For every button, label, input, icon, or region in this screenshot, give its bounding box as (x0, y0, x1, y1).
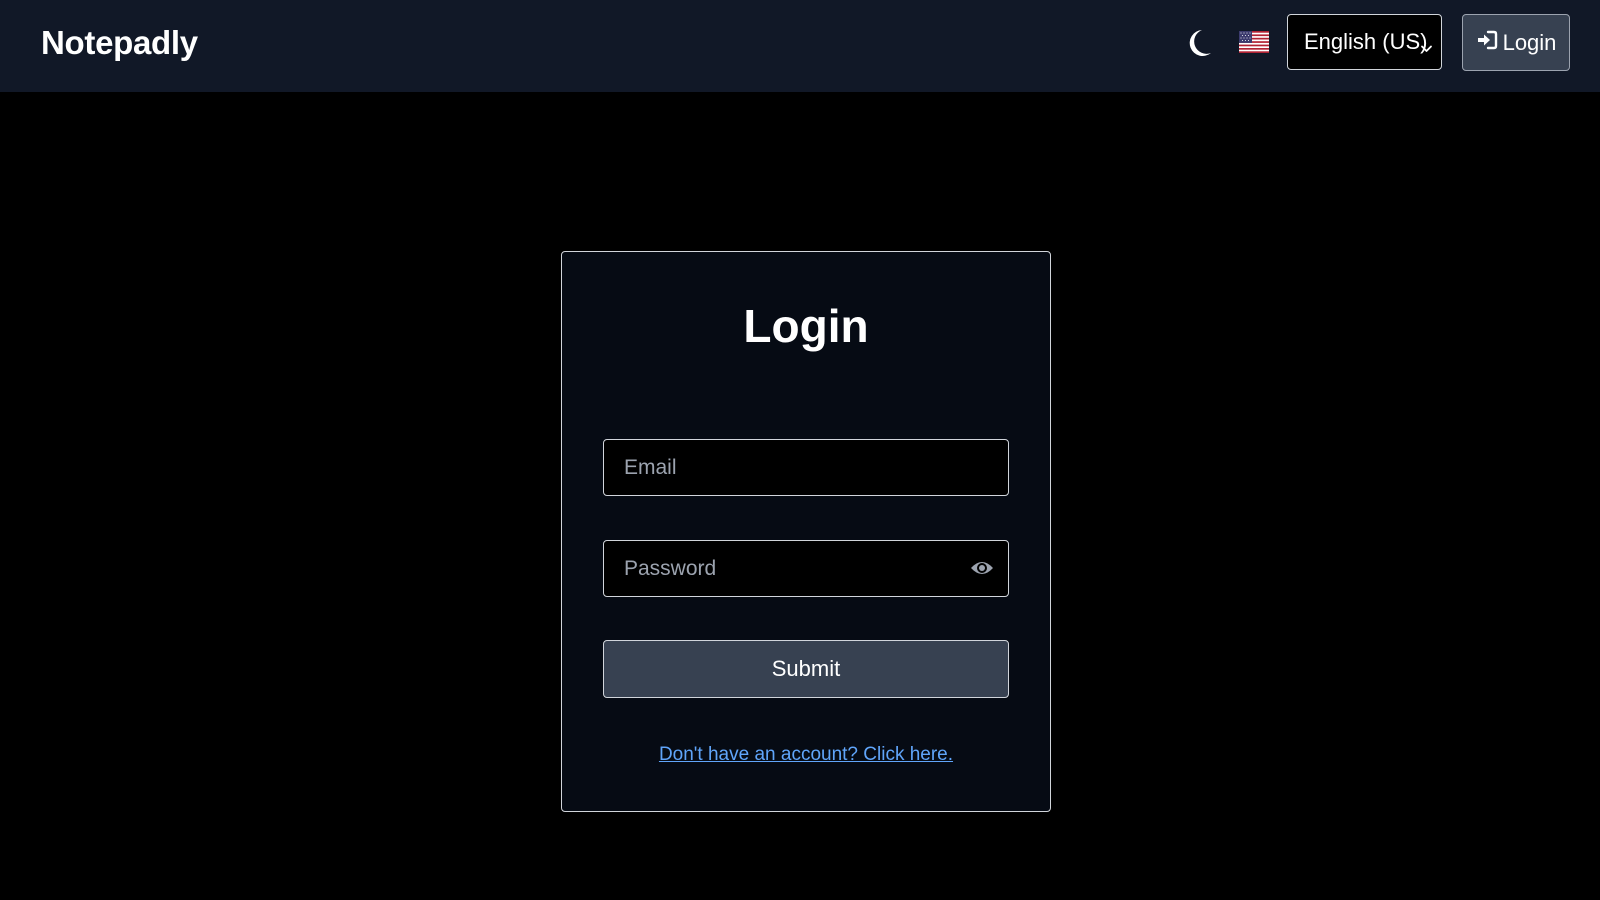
top-navbar: Notepadly English (US) Login (0, 0, 1600, 92)
email-field[interactable] (604, 440, 1008, 495)
login-nav-button[interactable]: Login (1462, 14, 1570, 71)
email-field-wrapper (603, 439, 1009, 496)
brand-logo[interactable]: Notepadly (41, 24, 198, 62)
moon-icon[interactable] (1185, 28, 1213, 58)
password-field[interactable] (604, 541, 1008, 596)
login-card: Login Submit Don't have an account? Clic… (561, 251, 1051, 812)
language-select[interactable]: English (US) (1287, 14, 1442, 70)
eye-icon[interactable] (970, 558, 994, 578)
us-flag-icon[interactable] (1239, 31, 1269, 53)
submit-button[interactable]: Submit (603, 640, 1009, 698)
chevron-down-icon (1420, 35, 1433, 52)
sign-in-icon (1476, 29, 1498, 57)
login-nav-label: Login (1502, 29, 1557, 55)
signup-link-row: Don't have an account? Click here. (562, 744, 1050, 766)
language-select-value: English (US) (1304, 29, 1428, 54)
password-field-wrapper (603, 540, 1009, 597)
signup-link[interactable]: Don't have an account? Click here. (659, 744, 953, 765)
page-title: Login (743, 300, 869, 352)
